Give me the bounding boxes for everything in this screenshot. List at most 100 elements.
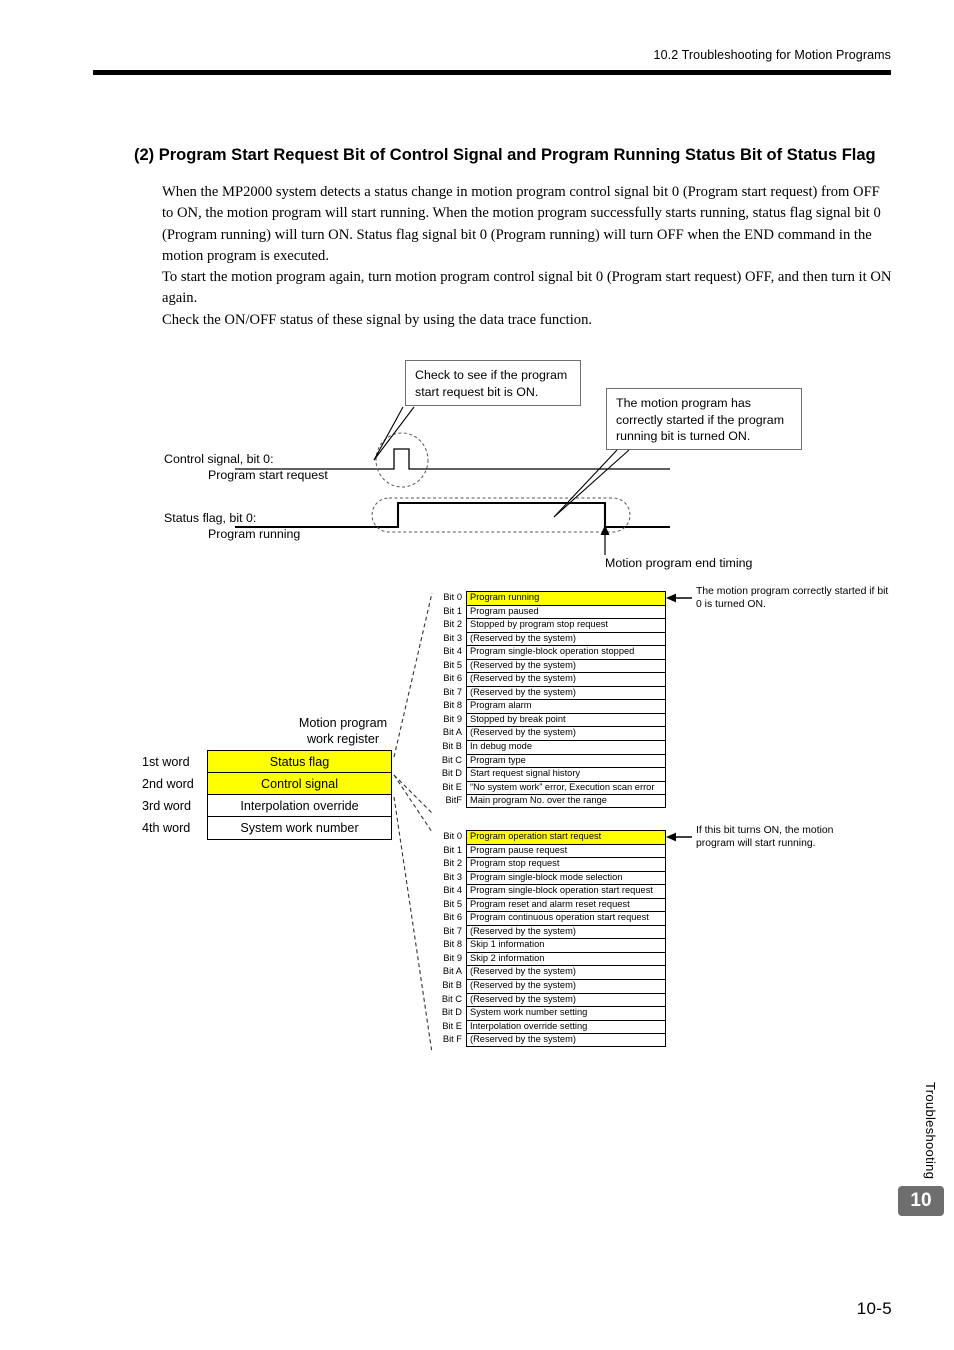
bit-index-label: Bit 2 [443,619,462,630]
bit-index-label: BitF [445,795,462,806]
bit-index-label: Bit 6 [443,673,462,684]
bit-description-cell: (Reserved by the system) [466,992,666,1007]
bit-description-cell: Program single-block mode selection [466,870,666,885]
bit-index-label: Bit 1 [443,605,462,616]
bit-description-cell: Program pause request [466,843,666,858]
bit-description-cell: Program reset and alarm reset request [466,897,666,912]
work-register-row-label: Status flag [269,755,330,769]
bit-description-cell: In debug mode [466,740,666,754]
bit-index-label: Bit 6 [443,912,462,923]
bit-description-cell: Program stop request [466,857,666,871]
bit-description-cell: (Reserved by the system) [466,726,666,741]
bit-description-cell: Program continuous operation start reque… [466,911,666,925]
work-register-row-index: 3rd word [142,799,191,813]
bit-description-cell: Stopped by break point [466,712,666,727]
status-flag-note: The motion program correctly started if … [696,586,889,610]
bit-index-label: Bit 5 [443,898,462,909]
bit-index-label: Bit F [442,1034,462,1045]
timing-label-control-signal: Control signal, bit 0: Program start req… [164,451,328,483]
bit-index-label: Bit 0 [443,592,462,602]
bit-description-cell: (Reserved by the system) [466,965,666,980]
bit-description-cell: Program alarm [466,699,666,713]
bit-description-cell: Skip 2 information [466,951,666,966]
bit-index-label: Bit 7 [443,686,462,697]
work-register-row-index: 1st word [142,755,190,769]
bit-index-label: Bit B [442,980,462,991]
bit-description-cell: Program single-block operation stopped [466,645,666,659]
bit-index-label: Bit 7 [443,925,462,936]
bit-description-cell: Program running [466,591,666,605]
bit-index-label: Bit D [441,768,462,779]
highlight-rect-running [371,497,631,533]
section-heading: (2) Program Start Request Bit of Control… [134,145,876,164]
bit-index-label: Bit C [441,754,462,765]
bit-index-label: Bit 1 [443,844,462,855]
end-timing-label: Motion program end timing [605,556,753,570]
running-head: 10.2 Troubleshooting for Motion Programs [653,48,891,62]
bit-index-label: Bit 2 [443,858,462,869]
bit-index-label: Bit 9 [443,952,462,963]
control-signal-line2: Program start request [208,468,328,482]
bit-description-cell: (Reserved by the system) [466,924,666,939]
bit-description-cell: (Reserved by the system) [466,658,666,673]
bit-description-cell: (Reserved by the system) [466,979,666,993]
work-register-title-line1: Motion program [298,716,388,730]
highlight-ellipse-start [375,432,429,488]
bit-index-label: Bit D [441,1007,462,1018]
work-register-row-label: Control signal [260,777,338,791]
bit-description-cell: Start request signal history [466,767,666,781]
work-register-row[interactable]: 2nd word Control signal [142,773,391,795]
header-rule [93,70,891,75]
bit-description-cell: Stopped by program stop request [466,618,666,632]
callout-check-start-request: Check to see if the program start reques… [405,360,581,406]
control-signal-note: If this bit turns ON, the motion program… [696,825,834,849]
callout-program-started: The motion program has correctly started… [606,388,802,450]
bit-description-cell: (Reserved by the system) [466,685,666,700]
register-bit-map: Motion program work register 1st word St… [136,585,946,1065]
bit-description-cell: System work number setting [466,1006,666,1020]
bit-description-cell: Skip 1 information [466,938,666,952]
work-register-row-index: 4th word [142,821,191,835]
bit-description-cell: (Reserved by the system) [466,672,666,686]
bit-description-cell: Program single-block operation start req… [466,884,666,898]
status-bit0-arrow [666,593,692,603]
control-signal-line1: Control signal, bit 0: [164,452,274,466]
bit-description-cell: Program type [466,753,666,768]
bit-index-label: Bit B [442,741,462,752]
bit-index-label: Bit 3 [443,871,462,882]
bit-index-label: Bit 5 [443,659,462,670]
timing-diagram: Control signal, bit 0: Program start req… [150,350,850,580]
work-register-row[interactable]: 1st word Status flag [142,751,391,773]
chapter-tab: 10 [898,1186,944,1216]
bit-index-label: Bit A [442,727,462,738]
control-bit0-arrow [666,832,692,842]
bit-index-label: Bit A [442,966,462,977]
work-register-row[interactable]: 3rd word Interpolation override [142,795,391,817]
body-paragraph-3: Check the ON/OFF status of these signal … [162,311,593,328]
work-register-row-index: 2nd word [142,777,194,791]
bit-description-cell: “No system work” error, Execution scan e… [466,780,666,795]
work-register-row-label: Interpolation override [240,799,359,813]
bit-index-label: Bit 3 [443,632,462,643]
bit-index-label: Bit 8 [443,700,462,711]
bit-index-label: Bit E [442,781,462,792]
bit-index-label: Bit 9 [443,713,462,724]
bit-description-cell: (Reserved by the system) [466,631,666,646]
work-register-table: 1st word Status flag 2nd word Control si… [142,750,392,840]
page-number: 10-5 [856,1299,892,1318]
status-flag-line2: Program running [208,527,301,541]
bit-index-label: Bit C [441,993,462,1004]
work-register-row[interactable]: 4th word System work number [142,817,391,839]
work-register-title: Motion program work register [253,715,433,747]
work-register-row-label: System work number [240,821,359,835]
end-timing-arrow [600,525,610,555]
bit-index-label: Bit 8 [443,939,462,950]
bit-description-cell: Program operation start request [466,830,666,844]
status-flag-line1: Status flag, bit 0: [164,511,257,525]
bit-index-label: Bit E [442,1020,462,1031]
side-tab-word: Troubleshooting [923,1082,938,1180]
bit-description-cell: Main program No. over the range [466,794,666,808]
bit-description-cell: (Reserved by the system) [466,1033,666,1047]
bit-description-cell: Program paused [466,604,666,619]
bit-index-label: Bit 4 [443,885,462,896]
